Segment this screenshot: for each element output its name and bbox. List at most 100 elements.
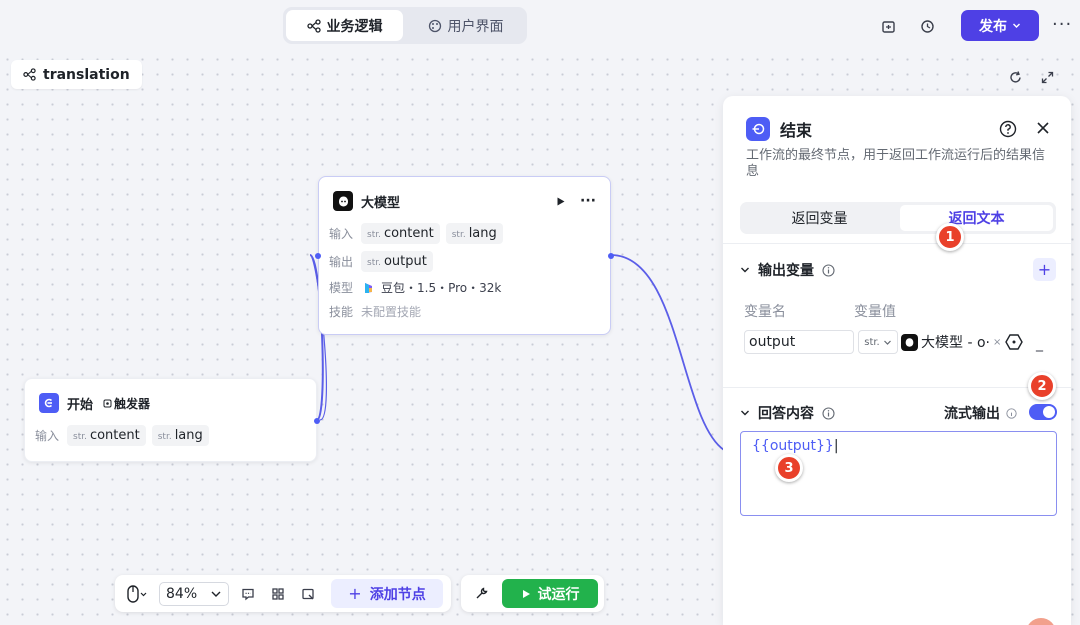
info-icon[interactable] bbox=[822, 406, 835, 420]
variable-reference[interactable]: 大模型 - o· × bbox=[901, 330, 1026, 354]
llm-output-handle[interactable] bbox=[608, 253, 614, 259]
llm-node-header: 大模型 ··· bbox=[319, 177, 610, 211]
more-options-icon[interactable]: ··· bbox=[1052, 14, 1072, 35]
row-label: 输出 bbox=[329, 255, 354, 269]
llm-model-row: 模型 豆包・1.5・Pro・32k bbox=[319, 279, 610, 296]
node-more-icon[interactable]: ··· bbox=[580, 193, 596, 209]
remove-variable-icon[interactable]: _ bbox=[1036, 336, 1043, 352]
skill-value: 未配置技能 bbox=[361, 305, 422, 319]
tab-business-logic[interactable]: 业务逻辑 bbox=[286, 10, 403, 41]
streaming-output-label: 流式输出 bbox=[944, 403, 1017, 423]
panel-description: 工作流的最终节点，用于返回工作流运行后的结果信息 bbox=[746, 148, 1046, 179]
step-marker-2: 2 bbox=[1028, 372, 1056, 400]
input-chip: str. content bbox=[67, 425, 146, 446]
step-marker-3: 3 bbox=[775, 454, 803, 482]
workflow-name[interactable]: translation bbox=[11, 60, 142, 89]
play-icon[interactable] bbox=[555, 196, 566, 207]
output-chip: str. output bbox=[361, 251, 433, 272]
mode-switch: 业务逻辑 用户界面 bbox=[283, 7, 527, 44]
stream-label-text: 流式输出 bbox=[944, 406, 1000, 422]
layout-grid-icon[interactable] bbox=[267, 583, 289, 605]
input-chip: str. lang bbox=[151, 425, 209, 446]
llm-skill-row: 技能 未配置技能 bbox=[319, 303, 610, 320]
row-label: 技能 bbox=[329, 305, 354, 319]
tab-label: 业务逻辑 bbox=[326, 18, 383, 35]
history-icon[interactable] bbox=[917, 16, 937, 36]
end-node-panel: 结束 工作流的最终节点，用于返回工作流运行后的结果信息 返回变量 返回文本 输出… bbox=[723, 96, 1071, 625]
section-title: 输出变量 bbox=[758, 263, 814, 279]
trigger-icon bbox=[103, 399, 112, 407]
add-node-button[interactable]: + 添加节点 bbox=[331, 579, 443, 608]
start-node[interactable]: 开始 触发器 输入 str. content str. lang bbox=[24, 378, 320, 462]
tab-user-interface[interactable]: 用户界面 bbox=[407, 10, 524, 41]
row-label: 输入 bbox=[329, 227, 354, 241]
column-header-value: 变量值 bbox=[854, 304, 896, 320]
chevron-down-icon bbox=[1013, 23, 1020, 28]
answer-content-section[interactable]: 回答内容 bbox=[740, 403, 835, 423]
tab-return-text[interactable]: 返回文本 bbox=[900, 205, 1053, 231]
info-icon[interactable] bbox=[822, 263, 835, 277]
type-value: str. bbox=[864, 336, 880, 348]
start-node-header: 开始 触发器 bbox=[25, 379, 316, 413]
answer-content-text: {{output}} bbox=[752, 438, 834, 454]
info-icon[interactable] bbox=[1006, 407, 1017, 419]
chip-type: str. bbox=[73, 432, 87, 442]
workflow-icon bbox=[306, 18, 321, 33]
wrench-icon[interactable] bbox=[466, 583, 496, 605]
chip-name: output bbox=[383, 254, 427, 269]
trigger-badge[interactable]: 触发器 bbox=[103, 395, 150, 412]
chevron-down-icon bbox=[211, 591, 221, 597]
llm-input-handle[interactable] bbox=[315, 253, 321, 259]
column-header-name: 变量名 bbox=[744, 304, 786, 320]
mouse-mode-icon[interactable] bbox=[121, 583, 151, 605]
start-node-title: 开始 bbox=[67, 397, 94, 413]
chevron-down-icon bbox=[741, 267, 749, 273]
llm-model-icon bbox=[901, 333, 918, 351]
add-node-label: 添加节点 bbox=[369, 586, 426, 603]
chip-name: content bbox=[89, 428, 140, 443]
llm-input-row: 输入 str. content str. lang bbox=[319, 223, 610, 244]
publish-button[interactable]: 发布 bbox=[961, 10, 1039, 41]
workflow-icon bbox=[23, 68, 36, 81]
plus-icon: + bbox=[348, 584, 362, 603]
start-input-row: 输入 str. content str. lang bbox=[25, 425, 316, 446]
chip-type: str. bbox=[367, 230, 381, 240]
variable-picker-icon[interactable] bbox=[1004, 332, 1024, 352]
clear-reference-icon[interactable]: × bbox=[993, 337, 1001, 348]
close-icon[interactable] bbox=[1035, 120, 1051, 136]
variable-name-input[interactable] bbox=[744, 330, 854, 354]
start-icon bbox=[39, 393, 59, 413]
minimap-icon[interactable] bbox=[297, 583, 319, 605]
input-chip: str. lang bbox=[445, 223, 503, 244]
save-draft-icon[interactable] bbox=[878, 16, 898, 36]
run-label: 试运行 bbox=[537, 586, 580, 603]
chip-name: content bbox=[383, 226, 434, 241]
streaming-output-toggle[interactable] bbox=[1029, 404, 1057, 420]
zoom-select[interactable]: 84% bbox=[159, 581, 229, 606]
tab-return-variables[interactable]: 返回变量 bbox=[743, 205, 896, 231]
section-title: 回答内容 bbox=[758, 406, 814, 422]
add-variable-button[interactable]: + bbox=[1033, 258, 1056, 281]
refresh-icon[interactable] bbox=[1006, 68, 1024, 86]
llm-node[interactable]: 大模型 ··· 输入 str. content str. lang 输出 str. o… bbox=[315, 176, 614, 335]
run-toolbar: 试运行 bbox=[461, 575, 604, 612]
comment-icon[interactable] bbox=[237, 583, 259, 605]
output-variables-section[interactable]: 输出变量 bbox=[740, 260, 835, 280]
expand-icon[interactable] bbox=[1038, 68, 1056, 86]
tab-label: 用户界面 bbox=[447, 18, 504, 35]
panel-header: 结束 bbox=[746, 117, 812, 141]
start-output-handle[interactable] bbox=[314, 418, 320, 424]
test-run-button[interactable]: 试运行 bbox=[502, 579, 598, 608]
chevron-down-icon bbox=[741, 410, 749, 416]
chip-type: str. bbox=[157, 432, 172, 442]
help-icon[interactable] bbox=[999, 120, 1017, 138]
variable-type-select[interactable]: str. bbox=[858, 330, 898, 354]
step-marker-1: 1 bbox=[936, 223, 964, 251]
end-node-icon bbox=[746, 117, 770, 141]
llm-node-title: 大模型 bbox=[361, 195, 401, 211]
row-label: 模型 bbox=[329, 281, 354, 295]
canvas-toolbar: 84% + 添加节点 bbox=[115, 575, 451, 612]
return-mode-tabs: 返回变量 返回文本 bbox=[740, 202, 1056, 234]
publish-label: 发布 bbox=[979, 18, 1007, 35]
input-chip: str. content bbox=[361, 223, 440, 244]
